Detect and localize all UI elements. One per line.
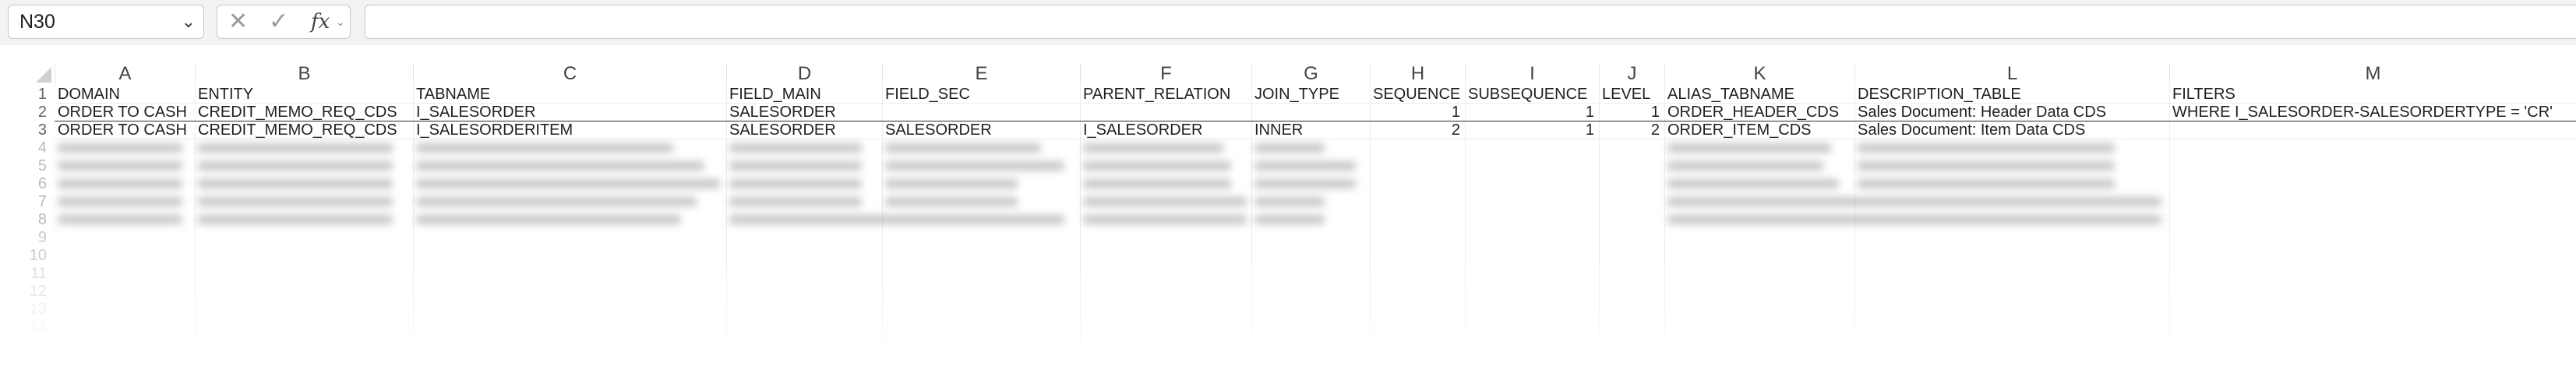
chevron-down-icon[interactable]: ⌄ <box>336 5 345 38</box>
cell-e2[interactable] <box>882 104 1080 121</box>
column-header-b[interactable]: B <box>195 64 413 84</box>
cell-d1[interactable]: FIELD_MAIN <box>726 86 882 103</box>
cell-i3[interactable]: 1 <box>1465 121 1599 139</box>
cell-e3[interactable]: SALESORDER <box>882 121 1080 139</box>
column-header-i[interactable]: I <box>1465 64 1599 84</box>
insert-function-icon[interactable]: fx <box>311 5 330 38</box>
column-header-g[interactable]: G <box>1251 64 1370 84</box>
row-header[interactable]: 4 <box>0 139 51 157</box>
cell-g3[interactable]: INNER <box>1251 121 1370 139</box>
cell-j3[interactable]: 2 <box>1599 121 1664 139</box>
cell-i2[interactable]: 1 <box>1465 104 1599 121</box>
column-header-k[interactable]: K <box>1664 64 1854 84</box>
cell-k3[interactable]: ORDER_ITEM_CDS <box>1664 121 1854 139</box>
cell-m2[interactable]: WHERE I_SALESORDER-SALESORDERTYPE = 'CR' <box>2169 104 2576 121</box>
obscured-rows <box>55 139 2190 248</box>
row-header[interactable]: 5 <box>0 157 51 174</box>
cell-m3[interactable] <box>2169 121 2576 139</box>
cell-h1[interactable]: SEQUENCE <box>1370 86 1465 103</box>
cell-f1[interactable]: PARENT_RELATION <box>1080 86 1251 103</box>
row-header[interactable]: 1 <box>0 86 51 103</box>
row-header[interactable]: 8 <box>0 211 51 228</box>
column-header-f[interactable]: F <box>1080 64 1251 84</box>
cell-d3[interactable]: SALESORDER <box>726 121 882 139</box>
cell-a1[interactable]: DOMAIN <box>55 86 195 103</box>
name-box[interactable]: N30 ⌄ <box>8 5 204 39</box>
bottom-fade <box>0 257 2576 366</box>
cell-f3[interactable]: I_SALESORDER <box>1080 121 1251 139</box>
cell-a2[interactable]: ORDER TO CASH <box>55 104 195 121</box>
confirm-icon[interactable]: ✓ <box>269 5 288 38</box>
row-header[interactable]: 9 <box>0 229 51 246</box>
cell-c2[interactable]: I_SALESORDER <box>413 104 726 121</box>
cell-l1[interactable]: DESCRIPTION_TABLE <box>1854 86 2169 103</box>
cell-m1[interactable]: FILTERS <box>2169 86 2576 103</box>
cell-k2[interactable]: ORDER_HEADER_CDS <box>1664 104 1854 121</box>
cell-e1[interactable]: FIELD_SEC <box>882 86 1080 103</box>
column-header-d[interactable]: D <box>726 64 882 84</box>
chevron-down-icon[interactable]: ⌄ <box>182 5 196 38</box>
cell-l3[interactable]: Sales Document: Item Data CDS <box>1854 121 2169 139</box>
row-header[interactable]: 2 <box>0 104 51 121</box>
cell-g2[interactable] <box>1251 104 1370 121</box>
cell-i1[interactable]: SUBSEQUENCE <box>1465 86 1599 103</box>
cell-a3[interactable]: ORDER TO CASH <box>55 121 195 139</box>
cell-h2[interactable]: 1 <box>1370 104 1465 121</box>
cancel-icon[interactable]: ✕ <box>228 5 248 38</box>
column-header-m[interactable]: M <box>2169 64 2576 84</box>
cell-k1[interactable]: ALIAS_TABNAME <box>1664 86 1854 103</box>
cell-c3[interactable]: I_SALESORDERITEM <box>413 121 726 139</box>
row-header[interactable]: 6 <box>0 175 51 192</box>
cell-j1[interactable]: LEVEL <box>1599 86 1664 103</box>
cell-g1[interactable]: JOIN_TYPE <box>1251 86 1370 103</box>
cell-b1[interactable]: ENTITY <box>195 86 413 103</box>
formula-bar: N30 ⌄ ✕ ✓ fx ⌄ <box>0 0 2576 45</box>
name-box-value: N30 <box>19 11 55 33</box>
column-header-e[interactable]: E <box>882 64 1080 84</box>
row-header[interactable]: 7 <box>0 193 51 210</box>
cell-b3[interactable]: CREDIT_MEMO_REQ_CDS <box>195 121 413 139</box>
column-header-h[interactable]: H <box>1370 64 1465 84</box>
cell-j2[interactable]: 1 <box>1599 104 1664 121</box>
column-header-j[interactable]: J <box>1599 64 1664 84</box>
row-header[interactable]: 3 <box>0 121 51 139</box>
cell-h3[interactable]: 2 <box>1370 121 1465 139</box>
column-header-l[interactable]: L <box>1854 64 2169 84</box>
column-header-a[interactable]: A <box>55 64 195 84</box>
cell-b2[interactable]: CREDIT_MEMO_REQ_CDS <box>195 104 413 121</box>
cell-l2[interactable]: Sales Document: Header Data CDS <box>1854 104 2169 121</box>
formula-input[interactable] <box>365 5 2576 39</box>
select-all-corner[interactable] <box>0 48 55 86</box>
cell-c1[interactable]: TABNAME <box>413 86 726 103</box>
column-header-c[interactable]: C <box>413 64 726 84</box>
cell-f2[interactable] <box>1080 104 1251 121</box>
formula-controls: ✕ ✓ fx ⌄ <box>217 5 351 39</box>
cell-d2[interactable]: SALESORDER <box>726 104 882 121</box>
